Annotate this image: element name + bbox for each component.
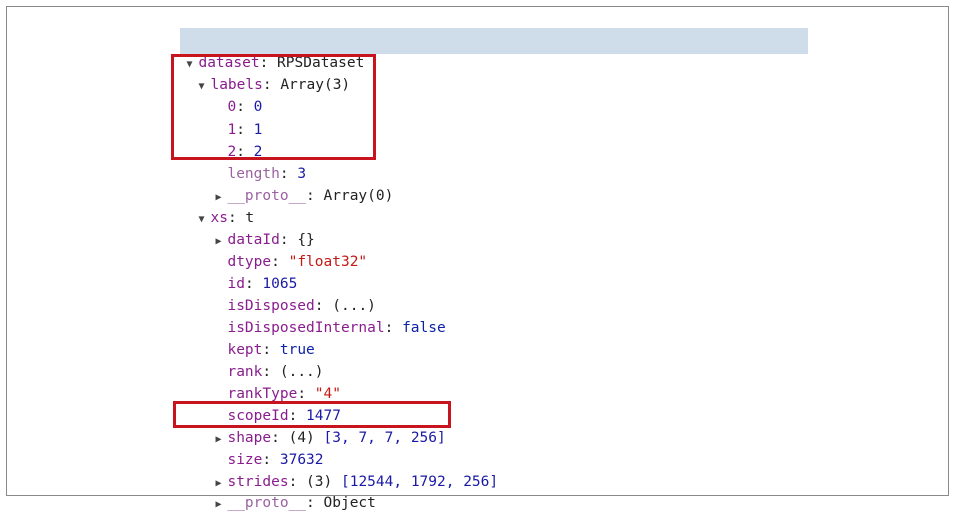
property-value: Object: [323, 495, 376, 511]
annotation-box-labels: [171, 54, 376, 160]
annotation-box-shape: [173, 401, 451, 428]
tree-node-xs[interactable]: ▼ xs: t: [181, 185, 254, 226]
property-key: __proto__: [227, 495, 307, 511]
tree-node-dataset[interactable]: ▼ dataset: RPSDataset: [169, 30, 364, 71]
property-value: "float32": [288, 254, 368, 270]
tree-node-xs-proto[interactable]: ▶ __proto__: Object: [198, 470, 375, 511]
tree-node-size: size: 37632: [227, 452, 324, 468]
tree-node-dtype: dtype: "float32": [227, 254, 368, 270]
tree-node-labels-proto[interactable]: ▶ __proto__: Array(0): [198, 163, 393, 204]
property-value: [3, 7, 7, 256]: [323, 430, 446, 446]
collapse-arrow-icon[interactable]: ▶: [215, 494, 227, 516]
property-value: false: [402, 320, 446, 336]
tree-node-strides[interactable]: ▶ strides: (3) [12544, 1792, 256]: [198, 449, 498, 490]
tree-node-isDisposed[interactable]: isDisposed: (...): [210, 273, 375, 314]
property-value: Array(0): [323, 188, 394, 204]
tree-node-id: id: 1065: [227, 276, 298, 292]
tree-node-isDisposedInternal: isDisposedInternal: false: [227, 320, 446, 336]
tree-node-dataId[interactable]: ▶ dataId: {}: [198, 207, 314, 248]
tree-node-rankType: rankType: "4": [227, 386, 341, 402]
tree-node-kept: kept: true: [227, 342, 315, 358]
tree-node-rank[interactable]: rank: (...): [210, 339, 323, 380]
console-frame: [6, 6, 949, 496]
